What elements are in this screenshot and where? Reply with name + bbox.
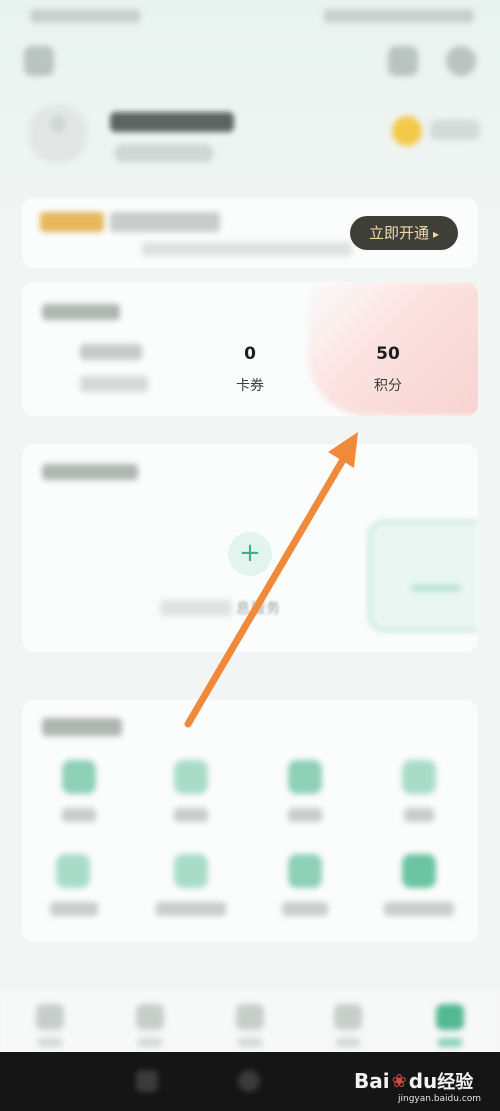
screen: 立即开通▸ 0 卡券 50 积分 + 息服务	[0, 0, 500, 1111]
annotation-arrow	[184, 432, 358, 728]
jingyan-text: 经验	[437, 1072, 474, 1093]
baidu-paw-icon: ❀	[391, 1070, 407, 1092]
watermark-url: jingyan.baidu.com	[398, 1094, 482, 1104]
baidu-logo-text: Bai	[354, 1069, 390, 1093]
baidu-logo-du: du	[408, 1069, 438, 1093]
arrow-shaft	[184, 454, 348, 728]
